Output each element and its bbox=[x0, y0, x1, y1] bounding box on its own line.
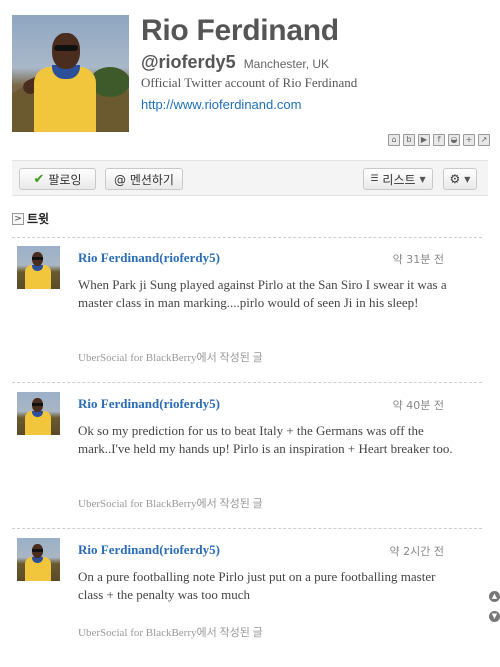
profile-bio: Official Twitter account of Rio Ferdinan… bbox=[141, 75, 358, 90]
following-label: 팔로잉 bbox=[48, 172, 82, 187]
check-icon: ✔ bbox=[33, 171, 45, 187]
tweet-text: When Park ji Sung played against Pirlo a… bbox=[78, 277, 447, 310]
add-icon[interactable]: + bbox=[463, 134, 475, 146]
tweet-time[interactable]: 약 40분 전 bbox=[393, 397, 444, 413]
divider bbox=[12, 528, 482, 529]
external-link-icon[interactable]: ↗ bbox=[478, 134, 490, 146]
tweet-text: On a pure footballing note Pirlo just pu… bbox=[78, 569, 436, 602]
tweet-time[interactable]: 약 2시간 전 bbox=[390, 543, 444, 559]
tweet-text: Ok so my prediction for us to beat Italy… bbox=[78, 423, 453, 456]
tweet-avatar[interactable] bbox=[17, 392, 60, 435]
tweet-item: Rio Ferdinand(rioferdy5) 약 31분 전 When Pa… bbox=[12, 246, 482, 386]
share-icons: ⌂ b ▶ f ◒ + ↗ bbox=[388, 134, 490, 146]
tweet-avatar[interactable] bbox=[17, 246, 60, 289]
following-button[interactable]: ✔ 팔로잉 bbox=[19, 168, 96, 190]
profile-name: Rio Ferdinand bbox=[141, 14, 339, 47]
tweet-source: UberSocial for BlackBerry에서 작성된 글 bbox=[78, 627, 263, 639]
tweet-item: Rio Ferdinand(rioferdy5) 약 40분 전 Ok so m… bbox=[12, 392, 482, 532]
tweet-time[interactable]: 약 31분 전 bbox=[393, 251, 444, 267]
list-icon: ☰ bbox=[370, 174, 379, 184]
tweet-avatar[interactable] bbox=[17, 538, 60, 581]
tweet-item: Rio Ferdinand(rioferdy5) 약 2시간 전 On a pu… bbox=[12, 538, 482, 667]
profile-url-link[interactable]: http://www.rioferdinand.com bbox=[141, 97, 301, 112]
tweets-title: 트윗 bbox=[27, 212, 50, 226]
settings-dropdown-button[interactable]: ⚙ ▼ bbox=[443, 168, 477, 190]
list-label: 리스트 bbox=[382, 172, 416, 187]
divider bbox=[12, 382, 482, 383]
tweet-author[interactable]: Rio Ferdinand(rioferdy5) bbox=[78, 250, 220, 266]
tweet-author[interactable]: Rio Ferdinand(rioferdy5) bbox=[78, 542, 220, 558]
tweet-source: UberSocial for BlackBerry에서 작성된 글 bbox=[78, 498, 263, 510]
action-bar: ✔ 팔로잉 @ 멘션하기 ☰ 리스트 ▼ ⚙ ▼ bbox=[12, 160, 488, 196]
tweets-section-header[interactable]: > 트윗 bbox=[12, 210, 49, 227]
mention-label: @ 멘션하기 bbox=[114, 172, 174, 187]
home-icon[interactable]: ⌂ bbox=[388, 134, 400, 146]
blog-icon[interactable]: b bbox=[403, 134, 415, 146]
profile-avatar[interactable] bbox=[12, 15, 129, 132]
gear-icon: ⚙ bbox=[449, 172, 461, 186]
youtube-icon[interactable]: ▶ bbox=[418, 134, 430, 146]
facebook-icon[interactable]: f bbox=[433, 134, 445, 146]
scroll-down-icon[interactable]: ▼ bbox=[489, 611, 500, 622]
expand-toggle-icon[interactable]: > bbox=[12, 212, 24, 225]
chevron-down-icon: ▼ bbox=[419, 174, 426, 184]
list-dropdown-button[interactable]: ☰ 리스트 ▼ bbox=[363, 168, 433, 190]
profile-handle: @rioferdy5 bbox=[141, 52, 236, 72]
profile-header: Rio Ferdinand @rioferdy5 Manchester, UK … bbox=[12, 12, 488, 152]
tweet-source: UberSocial for BlackBerry에서 작성된 글 bbox=[78, 352, 263, 364]
chevron-down-icon: ▼ bbox=[464, 174, 471, 184]
scroll-up-icon[interactable]: ▲ bbox=[489, 591, 500, 602]
tweet-author[interactable]: Rio Ferdinand(rioferdy5) bbox=[78, 396, 220, 412]
profile-location: Manchester, UK bbox=[243, 57, 330, 71]
handle-line: @rioferdy5 Manchester, UK bbox=[141, 52, 329, 73]
chat-icon[interactable]: ◒ bbox=[448, 134, 460, 146]
mention-button[interactable]: @ 멘션하기 bbox=[105, 168, 183, 190]
divider bbox=[12, 237, 482, 238]
